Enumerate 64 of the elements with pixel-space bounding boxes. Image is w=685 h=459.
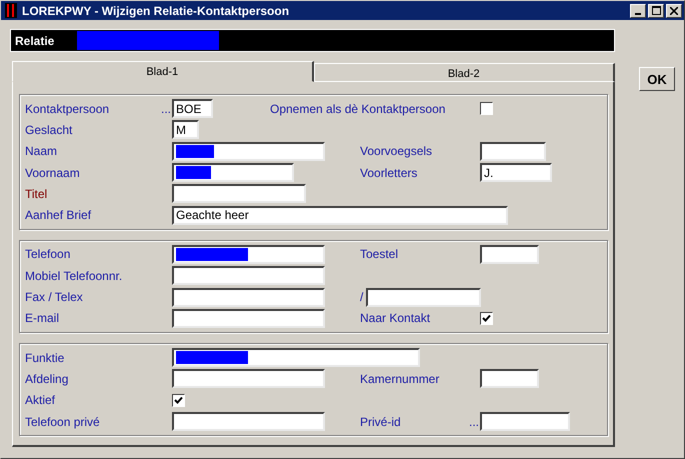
lookup-dots[interactable]: ... xyxy=(160,102,171,116)
input-field[interactable] xyxy=(172,308,325,328)
field-label: / xyxy=(360,290,364,304)
checkmark-icon xyxy=(482,314,491,323)
field-label: Telefoon privé xyxy=(25,414,100,428)
input-field[interactable]: J. xyxy=(480,163,552,182)
input-field[interactable] xyxy=(480,244,539,264)
input-field[interactable]: M xyxy=(172,120,199,140)
field-label: Afdeling xyxy=(25,372,68,386)
input-field[interactable] xyxy=(480,369,539,388)
field-label: Kontaktpersoon xyxy=(25,102,110,116)
input-field[interactable] xyxy=(172,266,325,286)
app-icon xyxy=(5,3,17,18)
field-label: Geslacht xyxy=(25,122,72,137)
window-title: LOREKPWY - Wijzigen Relatie-Kontaktpersoon xyxy=(22,4,290,18)
input-field[interactable] xyxy=(172,142,325,161)
input-field[interactable] xyxy=(172,163,294,182)
minimize-button[interactable] xyxy=(630,4,646,18)
redaction-mark xyxy=(176,248,248,261)
tab[interactable]: Blad-2 xyxy=(314,63,615,82)
input-field[interactable]: BOE xyxy=(172,99,213,118)
maximize-icon xyxy=(652,6,660,15)
input-field[interactable]: Geachte heer xyxy=(172,206,508,225)
lookup-dots[interactable]: ... xyxy=(468,414,479,428)
maximize-button[interactable] xyxy=(648,4,664,18)
tab[interactable]: Blad-1 xyxy=(12,61,314,82)
field-label: Aanhef Brief xyxy=(25,208,92,222)
field-label: Naar Kontakt xyxy=(360,311,430,326)
field-label: E-mail xyxy=(25,311,60,326)
checkmark-icon xyxy=(174,396,183,405)
checkbox[interactable] xyxy=(172,394,185,407)
field-label: Titel xyxy=(25,186,48,201)
redaction-mark xyxy=(176,166,211,180)
field-label: Voorletters xyxy=(360,166,418,180)
relatie-label: Relatie xyxy=(15,34,56,48)
ok-button[interactable]: OK xyxy=(639,67,675,91)
field-label: Voorvoegsels xyxy=(360,144,432,158)
input-field[interactable] xyxy=(172,369,325,388)
input-field[interactable] xyxy=(172,184,306,204)
input-field[interactable] xyxy=(172,348,420,368)
checkbox[interactable] xyxy=(480,102,493,116)
input-field[interactable] xyxy=(480,412,570,431)
input-field[interactable] xyxy=(172,288,325,307)
redaction-mark xyxy=(176,144,214,158)
input-field[interactable] xyxy=(172,412,325,431)
input-field[interactable] xyxy=(366,288,482,307)
redaction-mark xyxy=(176,351,248,364)
field-label: Voornaam xyxy=(25,166,80,180)
input-field[interactable] xyxy=(172,244,325,264)
field-label: Opnemen als dè Kontaktpersoon xyxy=(270,102,446,116)
field-label: Mobiel Telefoonnr. xyxy=(25,268,122,283)
minimize-icon xyxy=(635,12,641,14)
field-label: Kamernummer xyxy=(360,372,440,386)
field-label: Funktie xyxy=(25,350,64,365)
field-label: Fax / Telex xyxy=(25,290,83,304)
field-label: Privé-id xyxy=(360,414,401,428)
field-label: Aktief xyxy=(25,393,56,408)
input-field[interactable] xyxy=(480,142,546,161)
close-icon xyxy=(670,6,678,14)
close-button[interactable] xyxy=(666,4,682,18)
field-label: Naam xyxy=(25,144,58,158)
field-label: Toestel xyxy=(360,247,398,262)
field-label: Telefoon xyxy=(25,247,70,262)
checkbox[interactable] xyxy=(480,312,493,325)
